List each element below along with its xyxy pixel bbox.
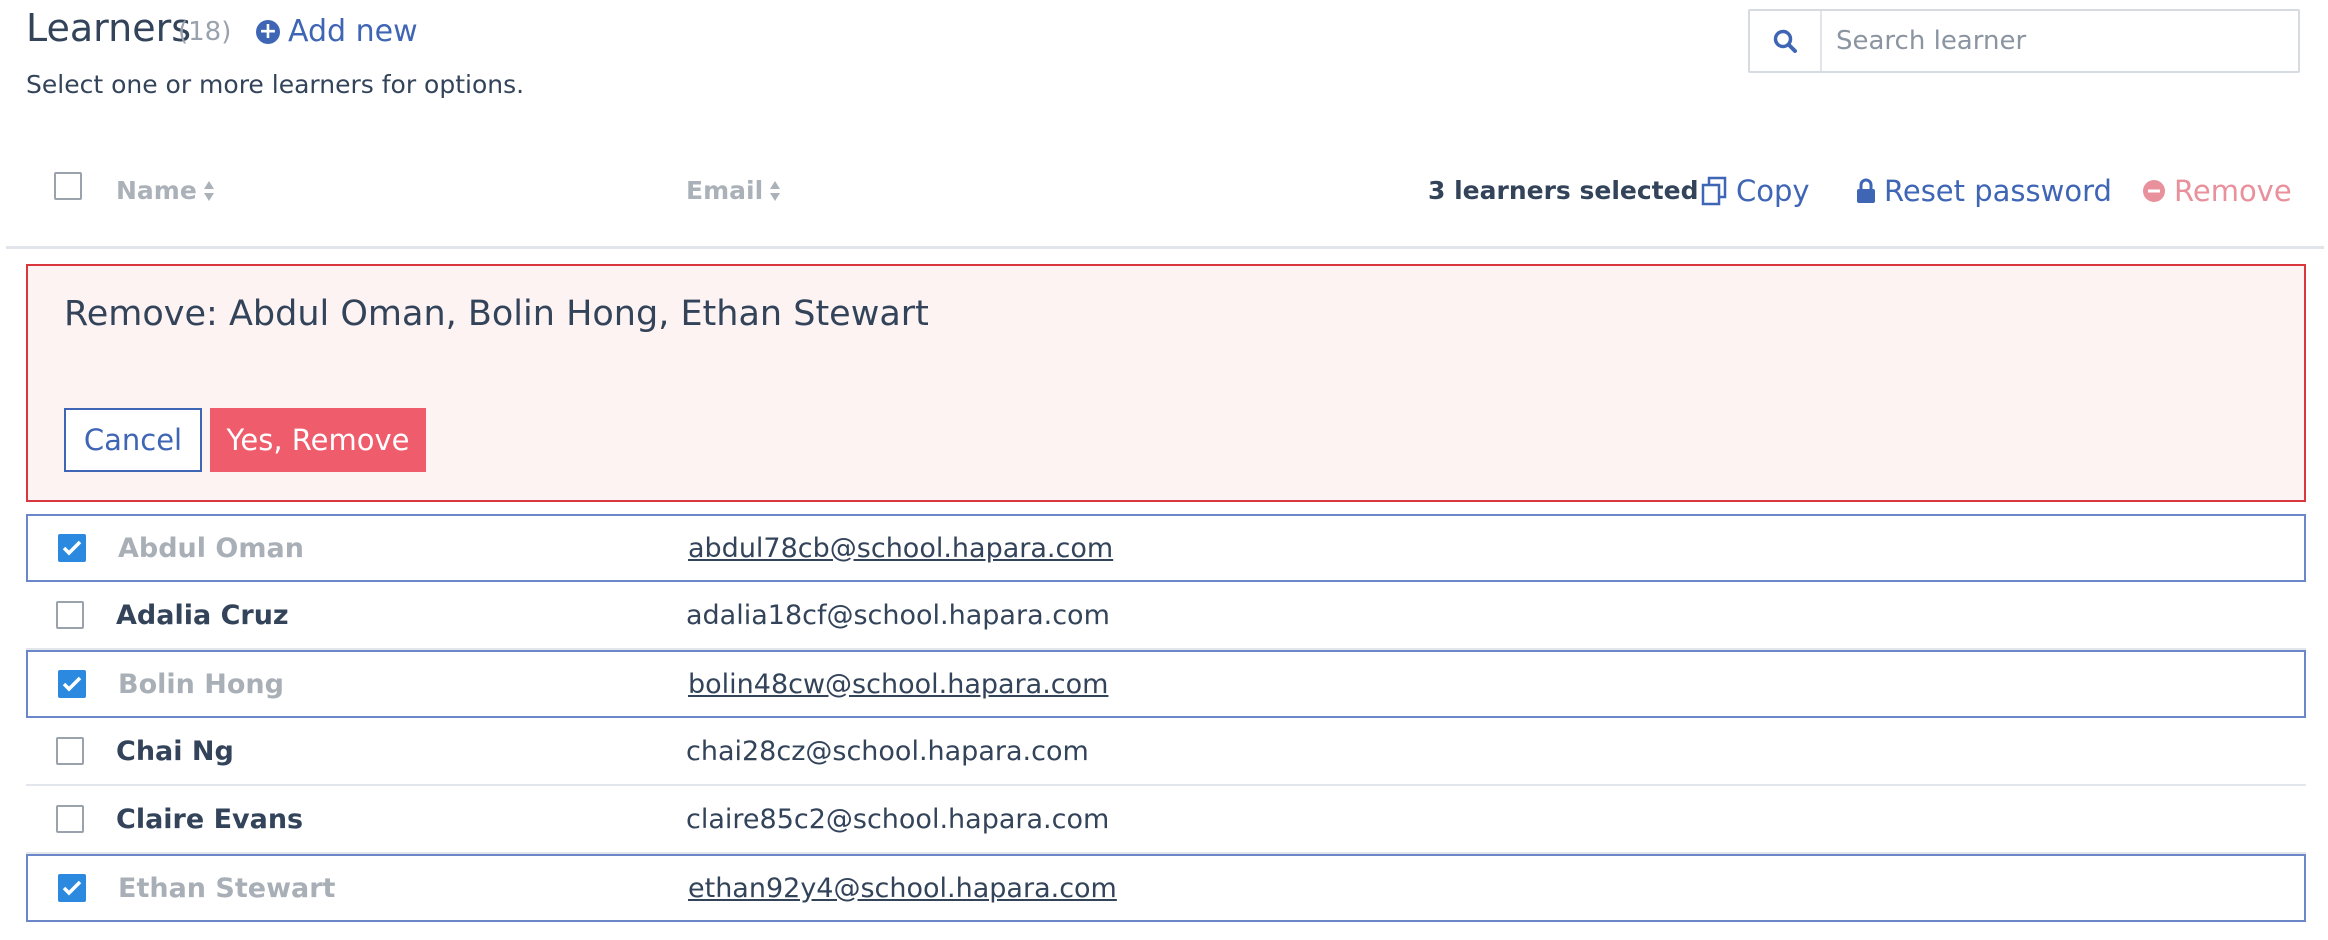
page-title: Learners [26, 6, 192, 50]
column-header-email-label: Email [686, 176, 764, 205]
learner-name: Ethan Stewart [118, 872, 336, 904]
reset-password-label: Reset password [1884, 174, 2112, 208]
learner-name: Adalia Cruz [116, 599, 289, 631]
check-icon [62, 880, 82, 896]
column-header-name-label: Name [116, 176, 197, 205]
remove-button[interactable]: Remove [2142, 174, 2292, 208]
add-new-button[interactable]: + Add new [256, 14, 418, 49]
search-input[interactable] [1822, 25, 2278, 57]
remove-confirmation-panel: Remove: Abdul Oman, Bolin Hong, Ethan St… [26, 264, 2306, 502]
learner-name: Bolin Hong [118, 668, 284, 700]
sort-icon [203, 180, 214, 201]
minus-circle-icon [2143, 180, 2165, 202]
learner-email[interactable]: abdul78cb@school.hapara.com [688, 533, 1113, 564]
selected-count: 3 learners selected [1428, 176, 1699, 205]
lock-icon [1857, 178, 1875, 203]
learner-email: claire85c2@school.hapara.com [686, 803, 1110, 835]
table-row[interactable]: Bolin Hong bolin48cw@school.hapara.com [26, 650, 2306, 718]
learner-count: (18) [178, 17, 232, 47]
search-icon[interactable] [1750, 11, 1822, 71]
row-checkbox[interactable] [58, 874, 86, 902]
column-header-name[interactable]: Name [116, 176, 215, 205]
learner-name: Chai Ng [116, 735, 234, 767]
column-header-email[interactable]: Email [686, 176, 781, 205]
header-divider [6, 246, 2324, 249]
learner-name: Abdul Oman [118, 532, 304, 564]
table-row[interactable]: Ethan Stewart ethan92y4@school.hapara.co… [26, 854, 2306, 922]
learner-name: Claire Evans [116, 803, 304, 835]
select-all-checkbox[interactable] [54, 172, 82, 200]
page-subtitle: Select one or more learners for options. [26, 70, 525, 99]
sort-icon [770, 180, 781, 201]
learner-email[interactable]: ethan92y4@school.hapara.com [688, 873, 1117, 904]
row-checkbox[interactable] [56, 737, 84, 765]
learner-email: chai28cz@school.hapara.com [686, 735, 1089, 767]
add-new-label: Add new [288, 14, 418, 49]
check-icon [62, 676, 82, 692]
yes-remove-button[interactable]: Yes, Remove [210, 408, 426, 472]
table-row[interactable]: Abdul Oman abdul78cb@school.hapara.com [26, 514, 2306, 582]
check-icon [62, 540, 82, 556]
plus-circle-icon: + [256, 19, 280, 44]
remove-confirmation-text: Remove: Abdul Oman, Bolin Hong, Ethan St… [64, 294, 929, 334]
copy-icon [1701, 176, 1727, 206]
remove-label: Remove [2174, 174, 2292, 208]
cancel-button[interactable]: Cancel [64, 408, 202, 472]
copy-label: Copy [1736, 174, 1810, 208]
table-row[interactable]: Claire Evans claire85c2@school.hapara.co… [26, 786, 2306, 854]
search-box [1748, 9, 2300, 73]
row-checkbox[interactable] [58, 670, 86, 698]
row-checkbox[interactable] [56, 805, 84, 833]
learner-email: adalia18cf@school.hapara.com [686, 599, 1110, 631]
row-checkbox[interactable] [56, 601, 84, 629]
copy-button[interactable]: Copy [1700, 174, 1810, 208]
row-checkbox[interactable] [58, 534, 86, 562]
table-row[interactable]: Chai Ng chai28cz@school.hapara.com [26, 718, 2306, 786]
table-row[interactable]: Adalia Cruz adalia18cf@school.hapara.com [26, 582, 2306, 650]
learner-email[interactable]: bolin48cw@school.hapara.com [688, 669, 1108, 700]
reset-password-button[interactable]: Reset password [1856, 174, 2112, 208]
